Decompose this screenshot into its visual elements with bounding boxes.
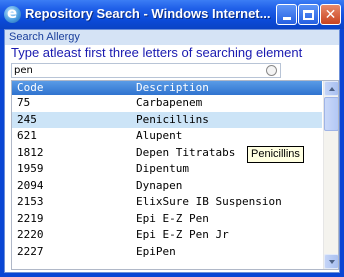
title-bar[interactable]: Repository Search - Windows Internet... …	[0, 0, 344, 29]
row-code: 2153	[17, 195, 44, 208]
list-header: Code Description	[12, 81, 322, 95]
row-code: 1959	[17, 162, 44, 175]
row-code: 2220	[17, 228, 44, 241]
row-description: Dipentum	[136, 162, 189, 175]
row-code: 245	[17, 113, 37, 126]
close-icon: ✕	[324, 6, 337, 23]
table-row[interactable]: 2227 EpiPen	[12, 244, 322, 260]
tooltip: Penicillins	[247, 146, 304, 163]
row-code: 2219	[17, 212, 44, 225]
row-code: 2227	[17, 245, 44, 258]
row-code: 75	[17, 96, 31, 109]
row-description: ElixSure IB Suspension	[136, 195, 282, 208]
close-button[interactable]: ✕	[320, 4, 341, 25]
maximize-button[interactable]	[298, 4, 319, 25]
table-row[interactable]: 1959 Dipentum	[12, 161, 322, 177]
search-box[interactable]	[11, 63, 281, 78]
row-code: 1812	[17, 146, 44, 159]
row-description: Penicillins	[136, 113, 209, 126]
row-description: Carbapenem	[136, 96, 203, 109]
row-description: Dynapen	[136, 179, 183, 192]
table-row[interactable]: 2219 Epi E-Z Pen	[12, 211, 322, 227]
row-description: Alupent	[136, 129, 183, 142]
scroll-down-icon	[328, 259, 335, 264]
minimize-icon	[282, 17, 291, 20]
table-row[interactable]: 2094 Dynapen	[12, 178, 322, 194]
row-description: Epi E-Z Pen Jr	[136, 228, 229, 241]
row-description: EpiPen	[136, 245, 176, 258]
table-row[interactable]: 2220 Epi E-Z Pen Jr	[12, 227, 322, 243]
results-list: Code Description 75 Carbapenem 245 Penic…	[11, 80, 339, 270]
scroll-up-button[interactable]	[324, 81, 338, 96]
browser-window: Repository Search - Windows Internet... …	[0, 0, 344, 277]
maximize-icon	[303, 9, 314, 20]
scroll-up-icon	[328, 86, 335, 91]
row-code: 2094	[17, 179, 44, 192]
scroll-down-button[interactable]	[324, 254, 338, 269]
table-row[interactable]: 75 Carbapenem	[12, 95, 322, 111]
clear-search-icon[interactable]	[266, 65, 277, 76]
row-code: 621	[17, 129, 37, 142]
table-row[interactable]: 2153 ElixSure IB Suspension	[12, 194, 322, 210]
scrollbar-thumb[interactable]	[324, 97, 338, 131]
vertical-scrollbar[interactable]	[323, 81, 338, 269]
column-header-code[interactable]: Code	[17, 81, 44, 95]
section-title: Search Allergy	[5, 30, 339, 45]
row-description: Depen Titratabs	[136, 146, 236, 159]
table-row-selected[interactable]: 245 Penicillins	[12, 112, 322, 128]
column-header-description[interactable]: Description	[136, 81, 209, 95]
ie-icon	[4, 4, 21, 23]
row-description: Epi E-Z Pen	[136, 212, 209, 225]
table-row[interactable]: 621 Alupent	[12, 128, 322, 144]
minimize-button[interactable]	[276, 4, 297, 25]
instruction-text: Type atleast first three letters of sear…	[11, 45, 303, 60]
search-input[interactable]	[14, 64, 254, 77]
window-title: Repository Search - Windows Internet...	[25, 6, 271, 21]
